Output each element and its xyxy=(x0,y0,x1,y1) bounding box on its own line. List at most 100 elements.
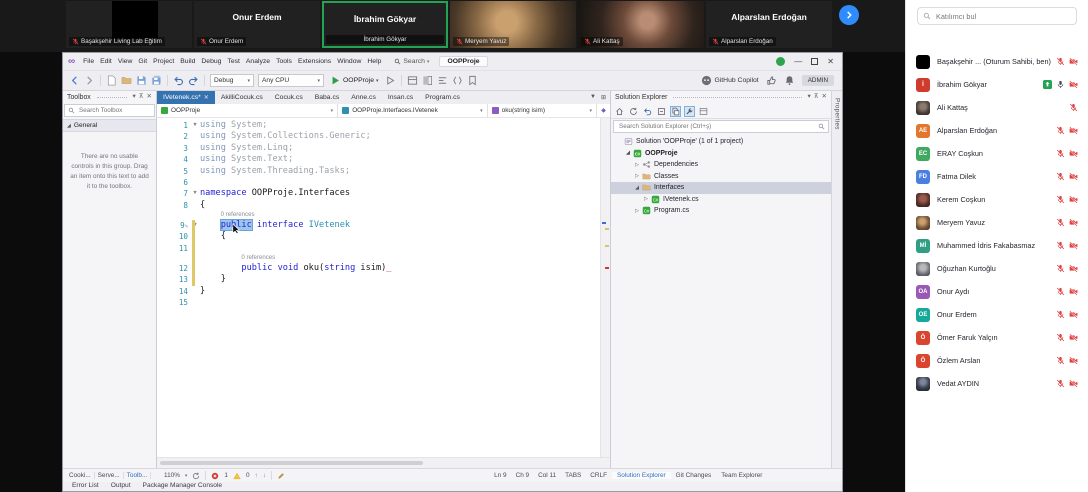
participant-row[interactable]: FD Fatma Dilek xyxy=(906,165,1088,188)
close-icon[interactable]: ✕ xyxy=(822,94,827,101)
redo-icon[interactable] xyxy=(188,75,199,86)
menu-window[interactable]: Window xyxy=(334,57,364,66)
participant-row[interactable]: Ali Kattaş xyxy=(906,96,1088,119)
undo-icon[interactable] xyxy=(642,106,653,117)
menu-analyze[interactable]: Analyze xyxy=(243,57,273,66)
close-icon[interactable]: ✕ xyxy=(147,94,152,101)
participant-row[interactable]: Ö Ömer Faruk Yalçın xyxy=(906,326,1088,349)
editor-tab[interactable]: Cocuk.cs xyxy=(269,91,309,104)
tree-item-classes[interactable]: ▷ Classes xyxy=(611,171,831,183)
indent-mode[interactable]: TABS xyxy=(565,472,581,479)
open-folder-icon[interactable] xyxy=(121,75,132,86)
video-tile[interactable]: Alparslan Erdoğan Alparslan Erdoğan xyxy=(706,1,832,48)
tree-item-ivetenek-cs[interactable]: ▷ C# IVetenek.cs xyxy=(611,194,831,206)
expanded-icon[interactable]: ◢ xyxy=(633,185,641,191)
collapsed-icon[interactable]: ▷ xyxy=(642,196,650,202)
close-button[interactable]: ✕ xyxy=(827,57,834,66)
warning-icon[interactable] xyxy=(233,472,241,480)
tree-item-interfaces[interactable]: ◢ Interfaces xyxy=(611,182,831,194)
undo-icon[interactable] xyxy=(173,75,184,86)
panel-tab-git-changes[interactable]: Git Changes xyxy=(671,472,717,479)
participant-row[interactable]: Vedat AYDIN xyxy=(906,372,1088,395)
platform-dropdown[interactable]: Any CPU ▾ xyxy=(258,74,324,87)
video-tile[interactable]: Meryem Yavuz xyxy=(450,1,576,48)
collapsed-icon[interactable]: ▷ xyxy=(633,173,641,179)
new-file-icon[interactable] xyxy=(106,75,117,86)
tree-item-solution-oopproje-1-of-1-project-[interactable]: Solution 'OOPProje' (1 of 1 project) xyxy=(611,136,831,148)
tree-item-dependencies[interactable]: ▷ Dependencies xyxy=(611,159,831,171)
chevron-down-icon[interactable]: ▾ xyxy=(808,94,811,101)
participant-search-input[interactable] xyxy=(934,10,1071,22)
prev-issue-icon[interactable]: ↑ xyxy=(255,472,258,479)
editor-tab[interactable]: IVetenek.cs* ✕ xyxy=(157,91,215,104)
error-icon[interactable] xyxy=(211,472,219,480)
participant-row[interactable]: EC ERAY Coşkun xyxy=(906,142,1088,165)
configuration-dropdown[interactable]: Debug ▾ xyxy=(210,74,254,87)
participant-row[interactable]: İ İbrahim Gökyar xyxy=(906,73,1088,96)
menu-view[interactable]: View xyxy=(115,57,136,66)
toolbox-section-general[interactable]: ◢ General xyxy=(63,119,156,132)
show-all-files-icon[interactable] xyxy=(670,105,681,117)
menu-extensions[interactable]: Extensions xyxy=(295,57,334,66)
collapse-all-icon[interactable] xyxy=(656,106,667,117)
menu-help[interactable]: Help xyxy=(364,57,384,66)
menu-edit[interactable]: Edit xyxy=(97,57,115,66)
solution-search[interactable] xyxy=(613,120,829,133)
save-icon[interactable] xyxy=(136,75,147,86)
breadcrumb-dropdown[interactable]: oku(string isim) ▾ xyxy=(488,104,597,117)
sync-icon[interactable] xyxy=(192,472,200,480)
toolbox-search-input[interactable] xyxy=(77,106,151,115)
panel-tab-team-explorer[interactable]: Team Explorer xyxy=(716,472,767,479)
sync-icon[interactable] xyxy=(628,106,639,117)
vs-search-box[interactable]: Search ▾ xyxy=(394,58,429,65)
horizontal-scrollbar[interactable] xyxy=(157,457,610,468)
run-button[interactable]: OOPProje ▾ xyxy=(328,75,381,86)
participant-row[interactable]: AE Alparslan Erdoğan xyxy=(906,119,1088,142)
bottom-tab-package-manager-console[interactable]: Package Manager Console xyxy=(138,482,228,491)
participant-row[interactable]: OA Onur Aydı xyxy=(906,280,1088,303)
collapsed-icon[interactable]: ▷ xyxy=(633,162,641,168)
pin-icon[interactable]: ⊼ xyxy=(139,94,144,101)
editor-tab[interactable]: Program.cs xyxy=(419,91,466,104)
breadcrumb-dropdown[interactable]: OOPProje ▾ xyxy=(157,104,339,117)
forward-icon[interactable] xyxy=(84,75,95,86)
panel-tab[interactable]: Cooki... xyxy=(66,472,95,479)
participant-row[interactable]: Mİ Muhammed İdris Fakabasmaz xyxy=(906,234,1088,257)
close-icon[interactable]: ✕ xyxy=(204,94,209,101)
participant-row[interactable]: Ö Özlem Arslan xyxy=(906,349,1088,372)
toolbox-search[interactable] xyxy=(64,104,155,117)
menu-test[interactable]: Test xyxy=(224,57,242,66)
bell-icon[interactable] xyxy=(784,75,795,86)
solution-search-input[interactable] xyxy=(617,122,816,131)
video-tile[interactable]: İbrahim Gökyar İbrahim Gökyar xyxy=(322,1,448,48)
participant-row[interactable]: Kerem Coşkun xyxy=(906,188,1088,211)
pencil-icon[interactable] xyxy=(277,472,285,480)
code-editor[interactable]: 1 ▼ using System; 2 using System.Collections… xyxy=(157,118,600,457)
home-icon[interactable] xyxy=(614,106,625,117)
columns-icon[interactable] xyxy=(422,75,433,86)
feedback-icon[interactable] xyxy=(766,75,777,86)
menu-build[interactable]: Build xyxy=(177,57,198,66)
editor-tab[interactable]: Baba.cs xyxy=(309,91,346,104)
panel-tab[interactable]: Serve... xyxy=(95,472,124,479)
participant-row[interactable]: Başakşehir ... (Oturum Sahibi, ben) xyxy=(906,50,1088,73)
menu-git[interactable]: Git xyxy=(135,57,150,66)
editor-tab[interactable]: Anne.cs xyxy=(345,91,382,104)
bookmark-icon[interactable] xyxy=(467,75,478,86)
list-icon[interactable] xyxy=(437,75,448,86)
window-layout-icon[interactable] xyxy=(407,75,418,86)
menu-debug[interactable]: Debug xyxy=(198,57,224,66)
account-avatar[interactable] xyxy=(776,57,786,66)
save-all-icon[interactable] xyxy=(151,75,162,86)
preview-icon[interactable] xyxy=(698,106,709,117)
participant-search[interactable] xyxy=(917,7,1077,25)
menu-project[interactable]: Project xyxy=(150,57,177,66)
account-badge[interactable]: ADMIN xyxy=(801,75,834,86)
participant-row[interactable]: OE Onur Erdem xyxy=(906,303,1088,326)
code-block-icon[interactable] xyxy=(452,75,463,86)
breadcrumb-dropdown[interactable]: OOPProje.Interfaces.IVetenek ▾ xyxy=(338,104,488,117)
back-icon[interactable] xyxy=(69,75,80,86)
participant-row[interactable]: Oğuzhan Kurtoğlu xyxy=(906,257,1088,280)
minimize-button[interactable]: — xyxy=(794,57,802,66)
menu-tools[interactable]: Tools xyxy=(273,57,295,66)
